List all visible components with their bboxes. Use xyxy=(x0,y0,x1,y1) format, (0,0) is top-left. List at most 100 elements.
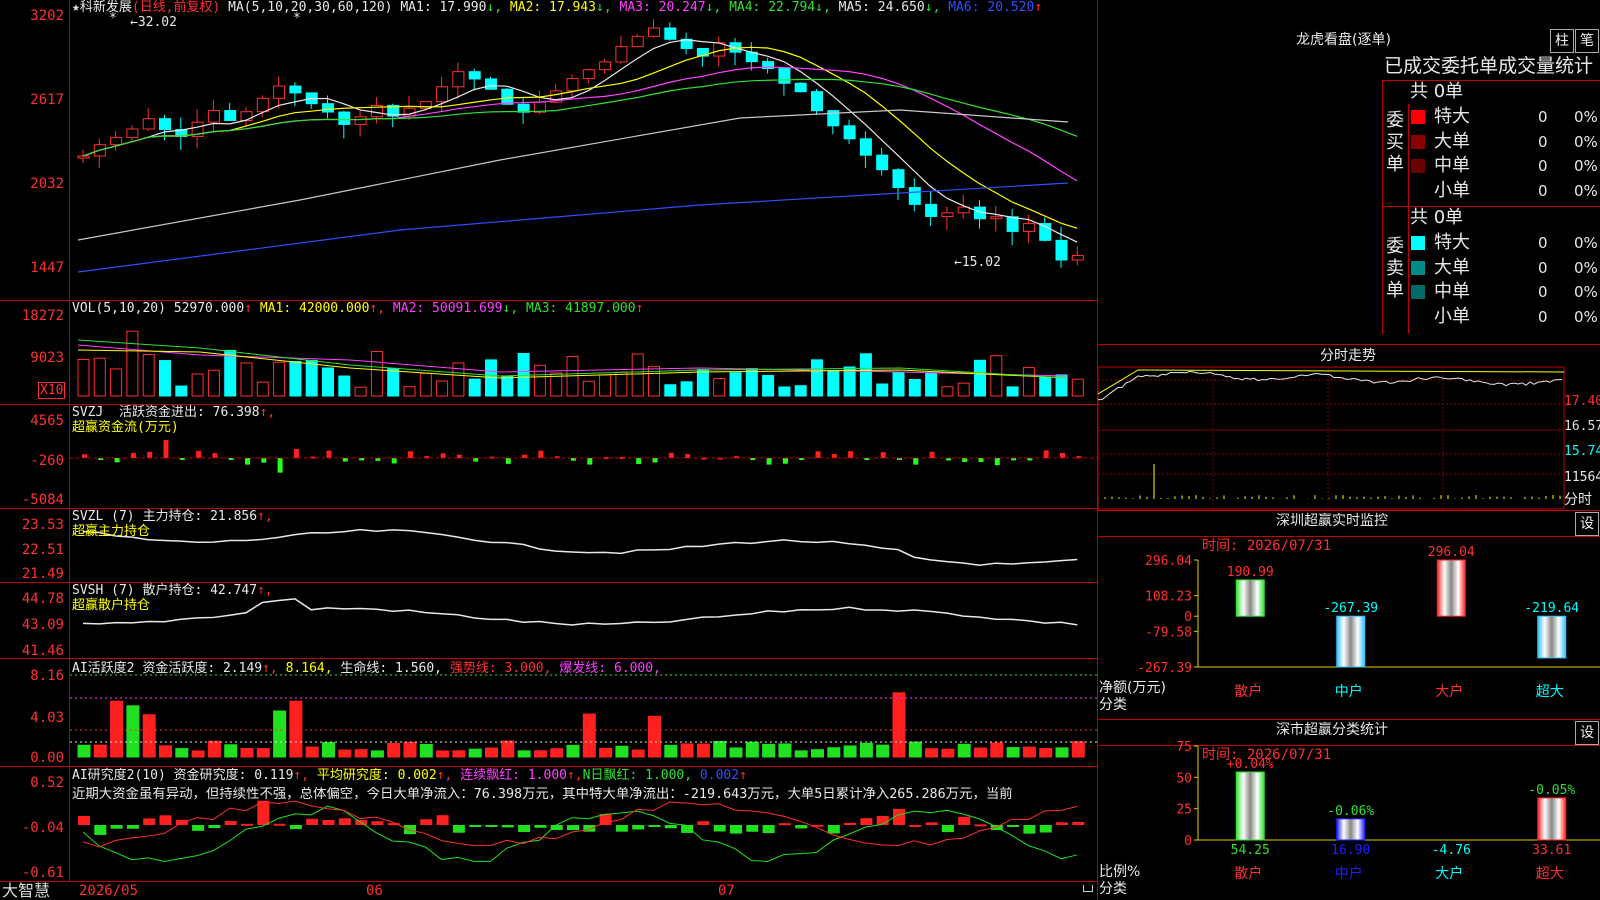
volume-bar xyxy=(502,376,513,396)
volume-bar xyxy=(828,371,839,396)
candle-body xyxy=(257,98,268,111)
ai1-bar xyxy=(779,744,791,757)
svzl-header: SVZL (7) 主力持仓: 21.856↑, xyxy=(72,509,273,525)
ai1-bar xyxy=(632,750,644,757)
ai1-bar xyxy=(534,751,546,757)
volume-bar xyxy=(860,354,871,396)
ai2-header: AI研究度2(10) 资金研究度: 0.119↑, 平均研究度: 0.002↑,… xyxy=(72,768,747,784)
intraday-panel[interactable]: 分时走势 17.40 16.57 15.74 11564 分时 xyxy=(1098,344,1600,510)
svzj-bar xyxy=(881,452,886,458)
chart-category-label: 大户 xyxy=(1435,865,1463,882)
volume-bar xyxy=(241,363,252,396)
ai2-comment: 近期大资金虽有异动，但持续性不强，总体偏空，今日大单净流入：76.398万元，其… xyxy=(72,787,1097,803)
star-mark-2: * xyxy=(293,11,301,27)
volume-bar xyxy=(1007,387,1018,396)
period-label: (日线,前复权) xyxy=(132,0,220,15)
svzj-bar xyxy=(343,458,348,462)
ai1-bar xyxy=(453,751,465,757)
ai1-bar xyxy=(160,746,172,757)
svzj-bar xyxy=(995,458,1000,465)
volume-bar xyxy=(111,369,122,396)
volume-bar xyxy=(176,386,187,396)
svzj-bar xyxy=(115,458,120,462)
candle-body xyxy=(616,47,627,62)
sz-monitor-panel: 深圳超赢实时监控 设 时间: 2026/07/31 296.04 108.23 0-… xyxy=(1098,510,1600,719)
candle-body xyxy=(1056,240,1067,260)
candle-body xyxy=(909,188,920,205)
ma-ma3: MA3: 20.247 xyxy=(612,0,706,15)
ai1-bar xyxy=(877,745,889,757)
buy-row-1: 特大 0 0% xyxy=(1410,106,1600,128)
ai1-bar xyxy=(420,744,432,757)
ai1-bar xyxy=(241,749,253,757)
chart-category-label: 散户 xyxy=(1234,683,1262,700)
chart-category-label: 散户 xyxy=(1234,865,1262,882)
candle-body xyxy=(469,72,480,79)
svzj-bar xyxy=(962,458,967,462)
svzj-bar xyxy=(441,453,446,458)
sell-row-3: 中单 0 0% xyxy=(1410,281,1600,303)
ai2-bar xyxy=(958,817,970,825)
ai2-bar xyxy=(844,823,856,825)
ai2-bar xyxy=(1040,825,1052,833)
ai2-bar xyxy=(306,819,318,825)
volume-bar xyxy=(958,383,969,396)
main-header: ★科新发展(日线,前复权) MA(5,10,20,30,60,120) MA1:… xyxy=(72,0,1042,16)
svzj-bar xyxy=(1060,453,1065,458)
ai2-y-tick-2: -0.04 xyxy=(2,820,64,836)
ai2-bar xyxy=(926,822,938,825)
svzl-sub: 超赢主力持仓 xyxy=(72,524,150,540)
sz-class-y-label: 比例% xyxy=(1099,864,1140,880)
volume-bar xyxy=(371,352,382,396)
ma-list: MA1: 17.990↓, MA2: 17.943↓, MA3: 20.247↓… xyxy=(400,0,1042,15)
ai1-bar xyxy=(583,714,595,757)
ai1-bar xyxy=(1023,747,1035,757)
volume-bar xyxy=(1040,377,1051,396)
volume-bar xyxy=(355,387,366,396)
chart-value-label: -267.39 xyxy=(1323,601,1378,616)
buy-row-count: 0 xyxy=(1538,155,1548,177)
ma3-line xyxy=(83,67,1077,181)
sell-row-count: 0 xyxy=(1538,257,1548,279)
intraday-price-2: 16.57 xyxy=(1564,419,1600,435)
svzl-y-tick-2: 22.51 xyxy=(2,542,64,558)
ai1-bar xyxy=(208,741,220,757)
candle-body xyxy=(583,70,594,79)
main-y-tick-3: 2032 xyxy=(2,176,64,192)
sell-row-name: 大单 xyxy=(1434,257,1470,279)
ai2-bar xyxy=(502,825,514,827)
ai1-bar xyxy=(469,749,481,757)
ai2-bar xyxy=(290,825,302,829)
ai1-bar xyxy=(730,748,742,757)
buy-row-name: 特大 xyxy=(1434,106,1470,128)
bar-mode-button[interactable]: 柱 xyxy=(1550,29,1574,53)
ai1-bar xyxy=(274,711,286,757)
buy-row-count: 0 xyxy=(1538,180,1548,202)
ai1-bar xyxy=(78,745,90,757)
chart-value-label: 296.04 xyxy=(1428,545,1475,560)
chart-y-tick-label: 296.04 xyxy=(1145,554,1192,569)
ma-ma2: MA2: 17.943 xyxy=(502,0,596,15)
sell-row-1: 特大 0 0% xyxy=(1410,232,1600,254)
vol-ma-ma3: MA3: 41897.000 xyxy=(518,301,635,316)
ai1-bar xyxy=(795,751,807,757)
ai2-bar xyxy=(339,818,351,825)
kline-panel[interactable]: ★科新发展(日线,前复权) MA(5,10,20,30,60,120) MA1:… xyxy=(0,0,1098,900)
ai1-bar xyxy=(192,751,204,757)
volume-bar xyxy=(632,354,643,396)
vol-header: VOL(5,10,20) 52970.000↑ MA1: 42000.000↑,… xyxy=(72,301,643,317)
chart-y-tick-label: 108.23 xyxy=(1145,590,1192,605)
volume-bar xyxy=(583,381,594,396)
svzj-bar xyxy=(913,458,918,465)
tick-mode-button[interactable]: 笔 xyxy=(1575,29,1599,53)
intraday-price-1: 17.40 xyxy=(1564,394,1600,410)
chart-bar xyxy=(1538,616,1566,658)
ma-ma1: MA1: 17.990 xyxy=(400,0,486,15)
vol-ma-ma1: MA1: 42000.000 xyxy=(252,301,369,316)
intraday-price-line xyxy=(1098,371,1562,399)
ai2-bar xyxy=(420,819,432,825)
sell-row-name: 特大 xyxy=(1434,232,1470,254)
ai2-bar xyxy=(942,825,954,832)
ai2-bar xyxy=(665,825,677,828)
lock-icon[interactable] xyxy=(1083,885,1093,892)
